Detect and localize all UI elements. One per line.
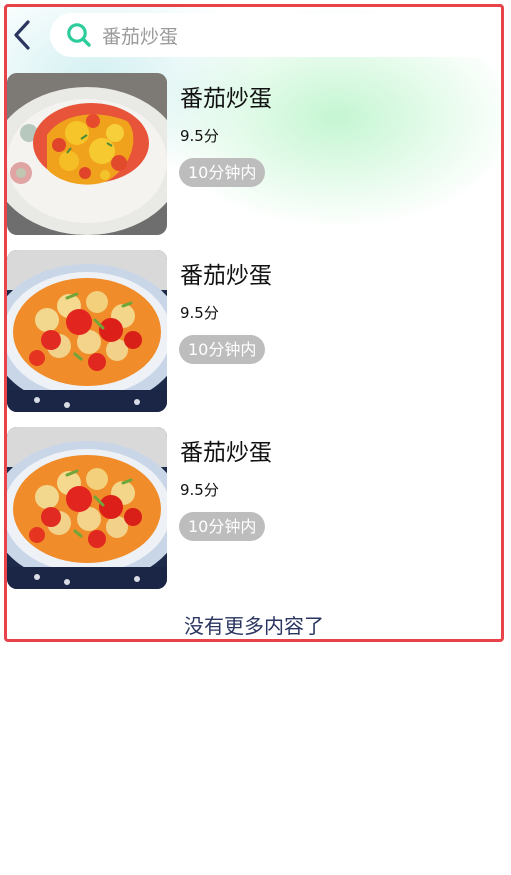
- recipe-title: 番茄炒蛋: [180, 263, 272, 289]
- recipe-rating: 9.5分: [180, 481, 219, 499]
- no-more-content-text: 没有更多内容了: [184, 614, 324, 638]
- search-icon[interactable]: [66, 22, 92, 48]
- search-header: [7, 7, 501, 63]
- search-bar[interactable]: [50, 13, 500, 57]
- result-list: 番茄炒蛋 9.5分 10分钟内 番茄炒蛋 9.5分 10分钟内 番茄炒蛋 9.5…: [7, 71, 501, 602]
- recipe-title: 番茄炒蛋: [180, 440, 272, 466]
- recipe-item[interactable]: 番茄炒蛋 9.5分 10分钟内: [7, 71, 501, 235]
- chevron-left-icon: [14, 20, 30, 50]
- recipe-search-page: 番茄炒蛋 9.5分 10分钟内: [4, 4, 504, 642]
- recipe-item[interactable]: 番茄炒蛋 9.5分 10分钟内: [7, 425, 501, 589]
- recipe-photo: [7, 427, 167, 589]
- cook-time-tag: 10分钟内: [179, 512, 266, 541]
- recipe-title: 番茄炒蛋: [180, 86, 272, 112]
- recipe-item[interactable]: 番茄炒蛋 9.5分 10分钟内: [7, 248, 501, 412]
- back-button[interactable]: [7, 15, 37, 55]
- recipe-photo: [7, 250, 167, 412]
- recipe-rating: 9.5分: [180, 304, 219, 322]
- search-input[interactable]: [102, 20, 462, 50]
- recipe-rating: 9.5分: [180, 127, 219, 145]
- cook-time-tag: 10分钟内: [179, 335, 266, 364]
- cook-time-tag: 10分钟内: [179, 158, 266, 187]
- recipe-photo: [7, 73, 167, 235]
